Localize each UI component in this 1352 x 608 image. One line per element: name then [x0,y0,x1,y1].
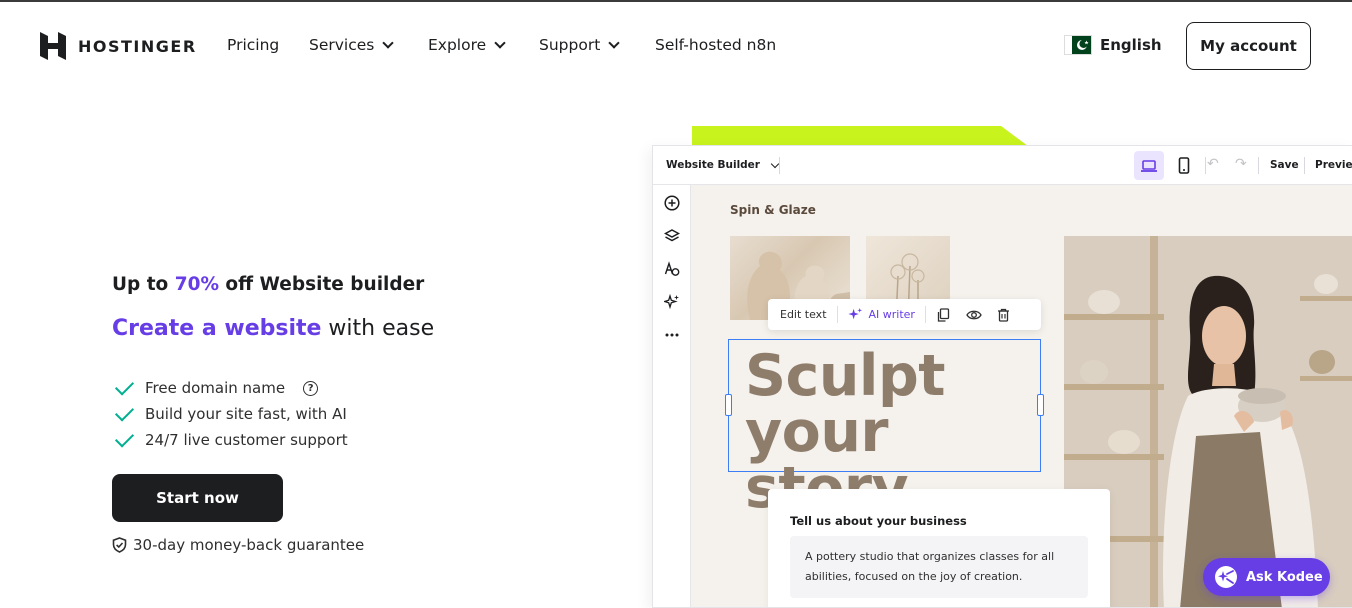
guarantee-text: 30-day money-back guarantee [133,536,365,554]
laptop-icon [1141,159,1157,172]
sparkles-icon [847,307,862,320]
headline-accent: Create a website [112,316,322,341]
ai-writer-label: AI writer [868,308,915,321]
toolbar-divider [1304,157,1305,174]
decorative-lime-shape [692,126,1028,146]
chevron-down-icon [382,36,395,49]
nav-pricing-label: Pricing [227,36,280,54]
nav-explore[interactable]: Explore [428,36,506,54]
ai-writer-button[interactable]: AI writer [847,307,915,322]
trash-icon[interactable] [996,307,1012,323]
builder-sidebar [653,185,691,607]
chevron-down-icon [770,159,780,168]
language-selector[interactable]: English [1064,35,1162,55]
builder-title: Website Builder [666,159,760,171]
shield-check-icon [112,537,127,553]
nav-services-label: Services [309,36,375,54]
duplicate-icon[interactable] [936,307,952,323]
chevron-down-icon [608,36,620,49]
logo-text: HOSTINGER [78,36,197,56]
start-now-button[interactable]: Start now [112,474,283,522]
add-element-icon[interactable] [663,194,681,212]
feature-text: Build your site fast, with AI [145,405,347,423]
business-description-input[interactable]: A pottery studio that organizes classes … [790,536,1088,598]
builder-toolbar: Website Builder ↶ ↷ Save Preview [653,146,1352,185]
nav-support[interactable]: Support [539,36,620,54]
undo-icon[interactable]: ↶ [1207,156,1219,172]
check-icon [114,401,135,422]
layers-icon[interactable] [663,227,681,245]
toolbar-divider [836,306,838,323]
feature-item: 24/7 live customer support [114,427,348,453]
toolbar-divider [779,157,780,174]
nav-services[interactable]: Services [309,36,395,54]
help-icon[interactable]: ? [303,380,319,396]
mobile-view-button[interactable] [1172,151,1196,180]
window-top-border [0,0,1352,2]
feature-item: Build your site fast, with AI [114,401,348,427]
toolbar-divider [1258,157,1259,174]
check-icon [114,375,135,396]
nav-self-hosted-n8n[interactable]: Self-hosted n8n [655,36,776,54]
nav-support-label: Support [539,36,601,54]
builder-save-button[interactable]: Save [1270,159,1299,171]
toolbar-divider [924,306,926,323]
money-back-guarantee: 30-day money-back guarantee [112,536,364,554]
selected-heading-block[interactable]: Sculpt your story [725,339,1044,517]
my-account-button[interactable]: My account [1186,22,1311,70]
more-options-icon[interactable] [663,326,681,344]
hero-headline: Create a website with ease [112,316,434,341]
feature-text: 24/7 live customer support [145,431,348,449]
promo-text: Up to 70% off Website builder [112,274,424,295]
check-icon [114,427,135,448]
feature-list: Free domain name ? Build your site fast,… [114,375,348,453]
feature-item: Free domain name ? [114,375,348,401]
headline-rest: with ease [321,316,435,341]
builder-title-dropdown[interactable]: Website Builder [666,159,780,171]
desktop-view-button[interactable] [1134,151,1164,180]
toolbar-divider [1205,157,1206,174]
chevron-down-icon [494,36,506,49]
promo-suffix: off Website builder [218,274,425,295]
promo-discount: 70% [174,274,219,295]
hostinger-logo[interactable]: HOSTINGER [40,32,197,60]
promo-prefix: Up to [112,274,175,295]
hostinger-logo-icon [40,32,66,60]
nav-explore-label: Explore [428,36,487,54]
kodee-assistant-icon [1215,566,1237,588]
heading-line-1: Sculpt [745,343,946,409]
builder-canvas: Spin & Glaze Edit text AI writer Sculpt … [691,185,1352,607]
ask-kodee-button[interactable]: Ask Kodee [1203,558,1330,596]
pakistan-flag-icon [1064,35,1092,55]
builder-preview-button[interactable]: Preview [1315,159,1352,171]
text-edit-toolbar: Edit text AI writer [768,299,1041,330]
visibility-eye-icon[interactable] [966,307,982,323]
resize-handle-left[interactable] [725,394,732,416]
business-description-card: Tell us about your business A pottery st… [768,489,1110,607]
ai-tools-icon[interactable] [663,293,681,311]
ask-kodee-label: Ask Kodee [1246,569,1323,585]
language-label: English [1100,36,1162,54]
card-title: Tell us about your business [790,514,967,528]
redo-icon[interactable]: ↷ [1235,156,1247,172]
nav-pricing[interactable]: Pricing [227,36,279,54]
mobile-icon [1178,157,1190,174]
nav-n8n-label: Self-hosted n8n [655,36,777,54]
edit-text-button[interactable]: Edit text [780,308,827,321]
website-builder-preview: Website Builder ↶ ↷ Save Preview [652,145,1352,608]
site-brand-name: Spin & Glaze [730,203,816,217]
styles-icon[interactable] [663,260,681,278]
feature-text: Free domain name [145,379,286,397]
